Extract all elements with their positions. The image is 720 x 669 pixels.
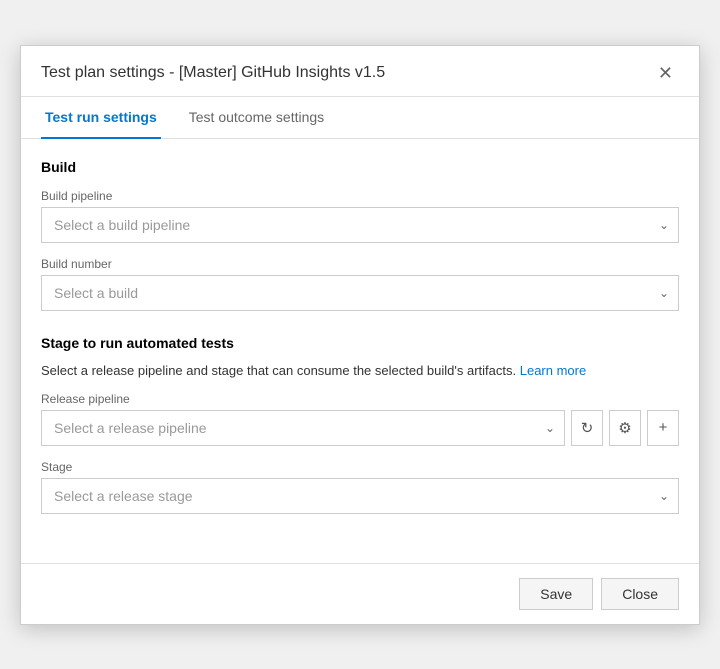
release-pipeline-wrapper: Select a release pipeline ⌄ xyxy=(41,410,565,446)
build-section-title: Build xyxy=(41,159,679,175)
build-number-select[interactable]: Select a build xyxy=(41,275,679,311)
dialog-close-button[interactable]: ✕ xyxy=(652,62,679,84)
build-number-wrapper: Select a build ⌄ xyxy=(41,275,679,311)
dialog-body: Build Build pipeline Select a build pipe… xyxy=(21,139,699,563)
tab-test-run-settings[interactable]: Test run settings xyxy=(41,97,161,139)
stage-description: Select a release pipeline and stage that… xyxy=(41,363,679,378)
tabs-bar: Test run settings Test outcome settings xyxy=(21,97,699,139)
build-section: Build Build pipeline Select a build pipe… xyxy=(41,159,679,311)
stage-section-title: Stage to run automated tests xyxy=(41,335,679,351)
dialog-footer: Save Close xyxy=(21,563,699,624)
save-button[interactable]: Save xyxy=(519,578,593,610)
refresh-button[interactable]: ↻ xyxy=(571,410,603,446)
learn-more-link[interactable]: Learn more xyxy=(520,363,586,378)
refresh-icon: ↻ xyxy=(581,419,594,437)
settings-button[interactable]: ⚙ xyxy=(609,410,641,446)
release-pipeline-label: Release pipeline xyxy=(41,392,679,406)
stage-label: Stage xyxy=(41,460,679,474)
close-button[interactable]: Close xyxy=(601,578,679,610)
add-icon: + xyxy=(659,419,668,436)
dialog: Test plan settings - [Master] GitHub Ins… xyxy=(20,45,700,625)
tab-test-outcome-settings[interactable]: Test outcome settings xyxy=(185,97,328,139)
release-pipeline-select[interactable]: Select a release pipeline xyxy=(41,410,565,446)
gear-icon: ⚙ xyxy=(618,419,631,437)
add-button[interactable]: + xyxy=(647,410,679,446)
build-number-label: Build number xyxy=(41,257,679,271)
dialog-header: Test plan settings - [Master] GitHub Ins… xyxy=(21,46,699,97)
stage-wrapper: Select a release stage ⌄ xyxy=(41,478,679,514)
stage-select[interactable]: Select a release stage xyxy=(41,478,679,514)
build-pipeline-wrapper: Select a build pipeline ⌄ xyxy=(41,207,679,243)
build-pipeline-select[interactable]: Select a build pipeline xyxy=(41,207,679,243)
pipeline-label: Build pipeline xyxy=(41,189,679,203)
dialog-title: Test plan settings - [Master] GitHub Ins… xyxy=(41,64,385,82)
stage-section: Stage to run automated tests Select a re… xyxy=(41,335,679,514)
release-pipeline-row: Select a release pipeline ⌄ ↻ ⚙ + xyxy=(41,410,679,446)
